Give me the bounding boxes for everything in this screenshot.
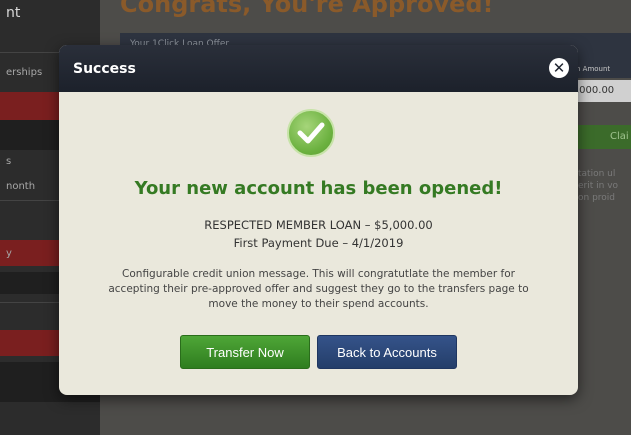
loan-amount-value: ,000.00	[570, 80, 631, 102]
success-heading: Your new account has been opened!	[134, 178, 503, 199]
credit-union-message: Configurable credit union message. This …	[108, 268, 529, 310]
back-to-accounts-button[interactable]: Back to Accounts	[317, 335, 457, 369]
sidebar-title: nt	[6, 5, 21, 21]
offer-fine-print: tation ul erit in vo on proid	[578, 168, 631, 204]
close-icon[interactable]: ✕	[549, 58, 569, 78]
dialog-header: Success ✕	[59, 45, 578, 92]
transfer-now-button[interactable]: Transfer Now	[180, 335, 310, 369]
checkmark-circle-icon	[287, 109, 335, 157]
claim-button[interactable]: Clai	[570, 125, 631, 149]
first-payment-due: First Payment Due – 4/1/2019	[233, 236, 404, 250]
loan-amount-header: n Amount	[570, 62, 631, 78]
fine-print-line: erit in vo	[578, 181, 619, 191]
page-headline: Congrats, You're Approved!	[120, 0, 494, 18]
loan-summary: RESPECTED MEMBER LOAN – $5,000.00	[204, 218, 433, 232]
fine-print-line: tation ul	[578, 169, 616, 179]
success-dialog: Success ✕ Your new account has been open…	[59, 45, 578, 395]
dialog-title: Success	[73, 60, 136, 77]
fine-print-line: on proid	[578, 193, 616, 203]
